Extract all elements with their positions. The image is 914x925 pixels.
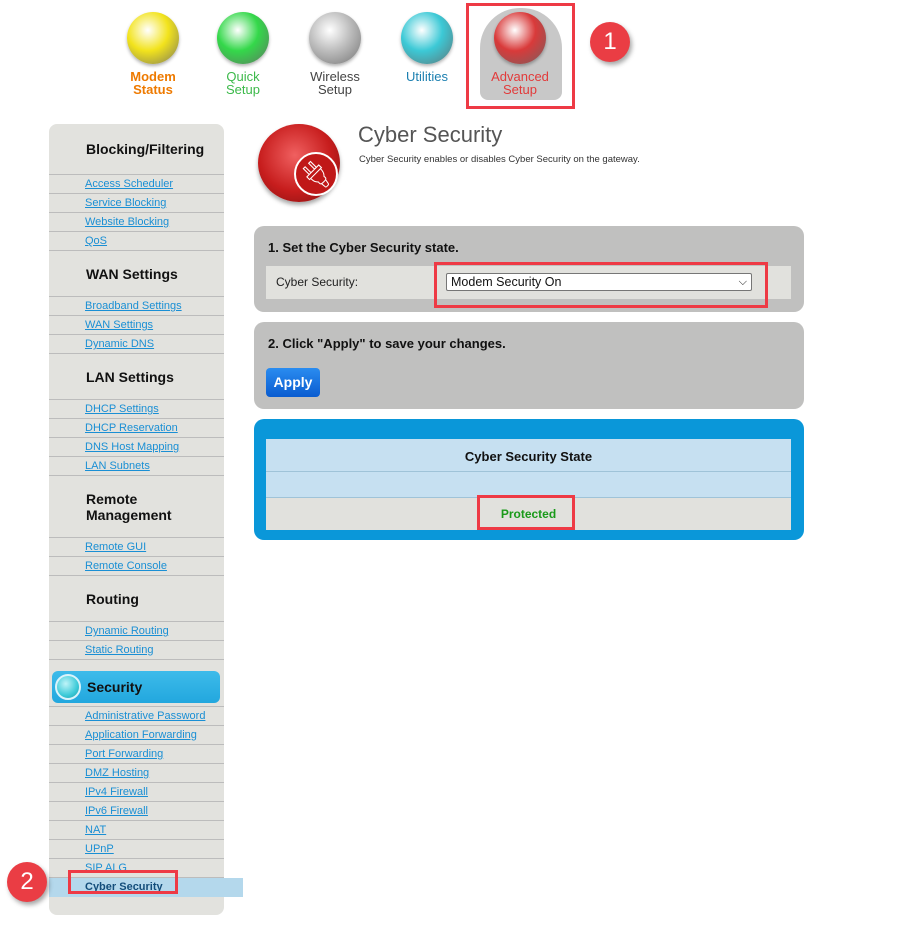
sidebar-heading: LAN Settings <box>49 354 224 400</box>
sidebar-item[interactable]: QoS <box>49 232 224 251</box>
sidebar-item[interactable]: Dynamic DNS <box>49 335 224 354</box>
highlight-protected <box>477 495 575 530</box>
security-orb-icon <box>55 674 81 700</box>
sidebar-item[interactable]: Service Blocking <box>49 194 224 213</box>
sidebar-link[interactable]: Access Scheduler <box>85 178 173 190</box>
plug-icon: 🔌︎ <box>294 152 338 196</box>
cyber-security-label: Cyber Security: <box>276 275 359 289</box>
step2-heading: 2. Click "Apply" to save your changes. <box>268 336 506 351</box>
sidebar-heading: Routing <box>49 576 224 622</box>
nav-utilities[interactable]: Utilities <box>382 8 472 83</box>
apply-button[interactable]: Apply <box>266 368 320 397</box>
sidebar-item[interactable]: Port Forwarding <box>49 745 224 764</box>
sidebar-item[interactable]: DHCP Reservation <box>49 419 224 438</box>
sidebar-link[interactable]: IPv4 Firewall <box>85 786 148 798</box>
nav-label: Quick Setup <box>226 69 260 97</box>
cyber-security-page-icon: 🔌︎ <box>258 124 340 202</box>
sidebar-item[interactable]: IPv4 Firewall <box>49 783 224 802</box>
highlight-select <box>434 262 768 308</box>
callout-2: 2 <box>7 862 47 902</box>
sidebar-link[interactable]: Broadband Settings <box>85 300 182 312</box>
sidebar-item[interactable]: Remote Console <box>49 557 224 576</box>
step2-panel: 2. Click "Apply" to save your changes. A… <box>254 322 804 409</box>
sidebar-item[interactable]: UPnP <box>49 840 224 859</box>
highlight-advanced-setup <box>466 3 575 109</box>
sidebar-item[interactable]: Application Forwarding <box>49 726 224 745</box>
nav-orb-icon <box>127 12 179 64</box>
sidebar-link[interactable]: DNS Host Mapping <box>85 441 179 453</box>
sidebar-link[interactable]: Service Blocking <box>85 197 166 209</box>
sidebar-item[interactable]: NAT <box>49 821 224 840</box>
sidebar-item[interactable]: DMZ Hosting <box>49 764 224 783</box>
sidebar-link[interactable]: NAT <box>85 824 106 836</box>
nav-quick[interactable]: Quick Setup <box>198 8 288 96</box>
sidebar-item[interactable]: Access Scheduler <box>49 175 224 194</box>
page-subtitle: Cyber Security enables or disables Cyber… <box>359 154 640 165</box>
sidebar-item[interactable]: Dynamic Routing <box>49 622 224 641</box>
sidebar-link[interactable]: Dynamic Routing <box>85 625 169 637</box>
sidebar-link[interactable]: QoS <box>85 235 107 247</box>
sidebar-item[interactable]: DNS Host Mapping <box>49 438 224 457</box>
sidebar-link[interactable]: Remote Console <box>85 560 167 572</box>
nav-label: Modem Status <box>130 69 176 97</box>
sidebar-link[interactable]: Application Forwarding <box>85 729 197 741</box>
sidebar-item[interactable]: Website Blocking <box>49 213 224 232</box>
sidebar-link[interactable]: DHCP Settings <box>85 403 159 415</box>
sidebar-item[interactable]: DHCP Settings <box>49 400 224 419</box>
sidebar-link[interactable]: UPnP <box>85 843 114 855</box>
sidebar-link[interactable]: IPv6 Firewall <box>85 805 148 817</box>
callout-1: 1 <box>590 22 630 62</box>
sidebar-link[interactable]: Remote GUI <box>85 541 146 553</box>
sidebar-link[interactable]: Dynamic DNS <box>85 338 154 350</box>
sidebar-link[interactable]: Port Forwarding <box>85 748 163 760</box>
sidebar-link[interactable]: Administrative Password <box>85 710 205 722</box>
sidebar-item[interactable]: Administrative Password <box>49 707 224 726</box>
sidebar-heading: Remote Management <box>49 476 224 538</box>
sidebar-link[interactable]: DMZ Hosting <box>85 767 149 779</box>
sidebar-heading: Blocking/Filtering <box>49 124 224 175</box>
highlight-cyber-security <box>68 870 178 894</box>
nav-orb-icon <box>217 12 269 64</box>
sidebar-link[interactable]: LAN Subnets <box>85 460 150 472</box>
sidebar-item[interactable]: WAN Settings <box>49 316 224 335</box>
nav-label: Utilities <box>406 69 448 84</box>
sidebar-item[interactable]: IPv6 Firewall <box>49 802 224 821</box>
sidebar-link[interactable]: Website Blocking <box>85 216 169 228</box>
security-title: Security <box>87 679 143 695</box>
state-heading: Cyber Security State <box>266 439 791 472</box>
sidebar-link[interactable]: DHCP Reservation <box>85 422 178 434</box>
step1-heading: 1. Set the Cyber Security state. <box>268 240 459 255</box>
page-title: Cyber Security <box>358 122 503 147</box>
nav-wireless[interactable]: Wireless Setup <box>290 8 380 96</box>
sidebar-item[interactable]: LAN Subnets <box>49 457 224 476</box>
sidebar-heading: WAN Settings <box>49 251 224 297</box>
sidebar-item[interactable]: Remote GUI <box>49 538 224 557</box>
nav-modem[interactable]: Modem Status <box>108 8 198 96</box>
sidebar-link[interactable]: WAN Settings <box>85 319 153 331</box>
sidebar: Blocking/Filtering Access Scheduler Servic… <box>49 124 243 915</box>
nav-label: Wireless Setup <box>310 69 360 97</box>
sidebar-item[interactable]: Broadband Settings <box>49 297 224 316</box>
sidebar-link[interactable]: Static Routing <box>85 644 153 656</box>
sidebar-item[interactable]: Static Routing <box>49 641 224 660</box>
sidebar-section-security[interactable]: Security <box>52 671 220 703</box>
nav-orb-icon <box>401 12 453 64</box>
nav-orb-icon <box>309 12 361 64</box>
